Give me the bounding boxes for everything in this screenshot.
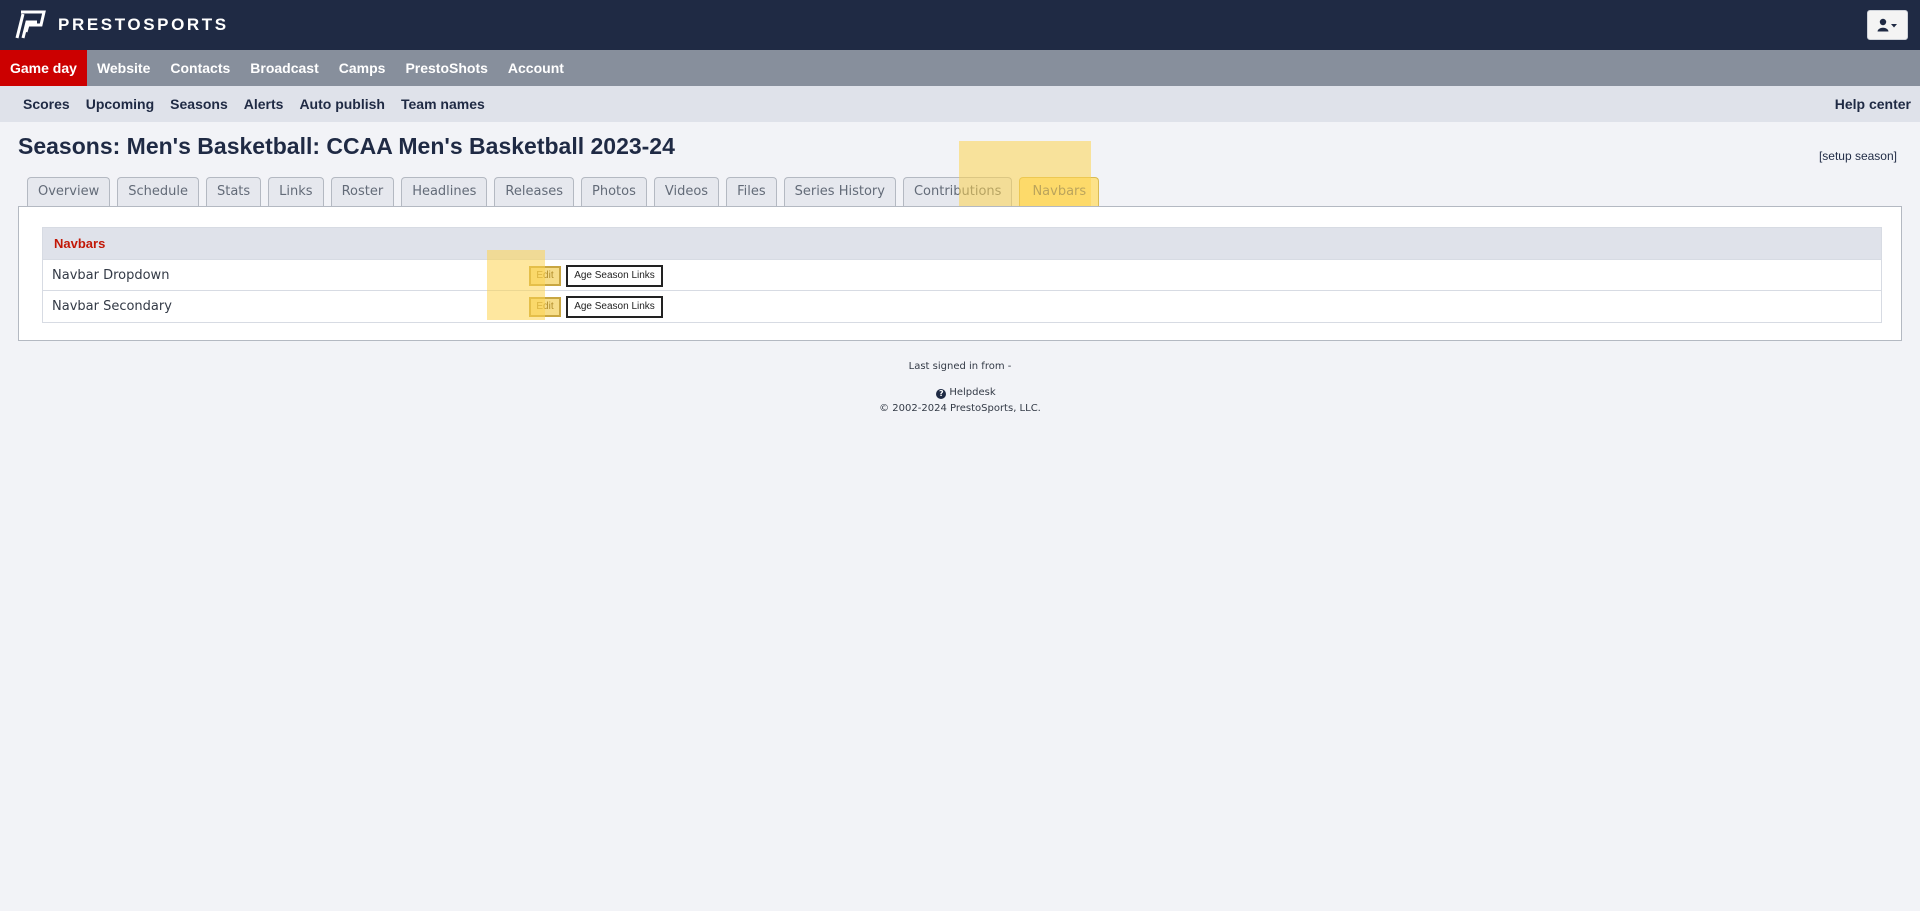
- sub-nav-upcoming[interactable]: Upcoming: [78, 86, 162, 122]
- table-row: Navbar Dropdown Edit Age Season Links: [43, 260, 1881, 291]
- question-circle-icon: ?: [936, 389, 947, 399]
- main-nav-camps[interactable]: Camps: [329, 50, 396, 86]
- navbars-panel: Navbars Navbar Dropdown Edit Age Season …: [18, 206, 1902, 341]
- last-signed-in: Last signed in from -: [908, 361, 1012, 372]
- sub-nav-auto-publish[interactable]: Auto publish: [291, 86, 393, 122]
- top-bar: PRESTOSPORTS: [0, 0, 1920, 50]
- brand-name: PRESTOSPORTS: [58, 15, 229, 34]
- table-row: Navbar Secondary Edit Age Season Links: [43, 291, 1881, 322]
- main-nav-contacts[interactable]: Contacts: [160, 50, 240, 86]
- edit-button[interactable]: Edit: [529, 297, 561, 317]
- tab-contributions[interactable]: Contributions: [902, 177, 1013, 207]
- tab-releases[interactable]: Releases: [494, 177, 574, 207]
- navbar-name: Navbar Dropdown: [52, 268, 170, 283]
- main-nav-account[interactable]: Account: [498, 50, 574, 86]
- main-nav: Game day Website Contacts Broadcast Camp…: [0, 50, 1920, 86]
- tab-series-history[interactable]: Series History: [783, 177, 896, 207]
- tab-overview[interactable]: Overview: [27, 177, 111, 207]
- user-icon: [1877, 18, 1897, 32]
- tab-navbars[interactable]: Navbars: [1019, 177, 1100, 207]
- sub-nav-team-names[interactable]: Team names: [393, 86, 493, 122]
- age-season-links-button[interactable]: Age Season Links: [566, 296, 663, 318]
- helpdesk-link[interactable]: ? Helpdesk: [6, 387, 1920, 399]
- age-season-links-button[interactable]: Age Season Links: [566, 265, 663, 287]
- tab-schedule[interactable]: Schedule: [117, 177, 199, 207]
- tab-headlines[interactable]: Headlines: [401, 177, 488, 207]
- helpdesk-label: Helpdesk: [949, 387, 996, 398]
- chevron-down-icon: [1890, 24, 1897, 28]
- tab-roster[interactable]: Roster: [330, 177, 395, 207]
- sub-nav-seasons[interactable]: Seasons: [162, 86, 236, 122]
- tab-videos[interactable]: Videos: [653, 177, 720, 207]
- sub-nav: Scores Upcoming Seasons Alerts Auto publ…: [0, 86, 1920, 122]
- main-nav-broadcast[interactable]: Broadcast: [240, 50, 328, 86]
- navbars-table: Navbars Navbar Dropdown Edit Age Season …: [42, 227, 1882, 323]
- copyright: © 2002-2024 PrestoSports, LLC.: [879, 403, 1041, 414]
- sub-nav-scores[interactable]: Scores: [15, 86, 78, 122]
- prestosports-logo[interactable]: PRESTOSPORTS: [14, 10, 229, 40]
- tab-files[interactable]: Files: [726, 177, 777, 207]
- help-center-link[interactable]: Help center: [1835, 86, 1911, 122]
- tab-photos[interactable]: Photos: [581, 177, 647, 207]
- edit-button[interactable]: Edit: [529, 266, 561, 286]
- table-header: Navbars: [43, 228, 1881, 260]
- main-nav-game-day[interactable]: Game day: [0, 50, 87, 86]
- main-nav-prestoshots[interactable]: PrestoShots: [395, 50, 497, 86]
- user-menu-button[interactable]: [1867, 10, 1908, 40]
- tab-links[interactable]: Links: [268, 177, 324, 207]
- tab-stats[interactable]: Stats: [205, 177, 262, 207]
- setup-season-link[interactable]: [setup season]: [1819, 149, 1897, 163]
- prestosports-logo-icon: [15, 10, 46, 39]
- main-nav-website[interactable]: Website: [87, 50, 160, 86]
- navbar-name: Navbar Secondary: [52, 299, 172, 314]
- sub-nav-alerts[interactable]: Alerts: [236, 86, 292, 122]
- page-title: Seasons: Men's Basketball: CCAA Men's Ba…: [18, 133, 675, 159]
- season-tabs: Overview Schedule Stats Links Roster Hea…: [27, 177, 1106, 207]
